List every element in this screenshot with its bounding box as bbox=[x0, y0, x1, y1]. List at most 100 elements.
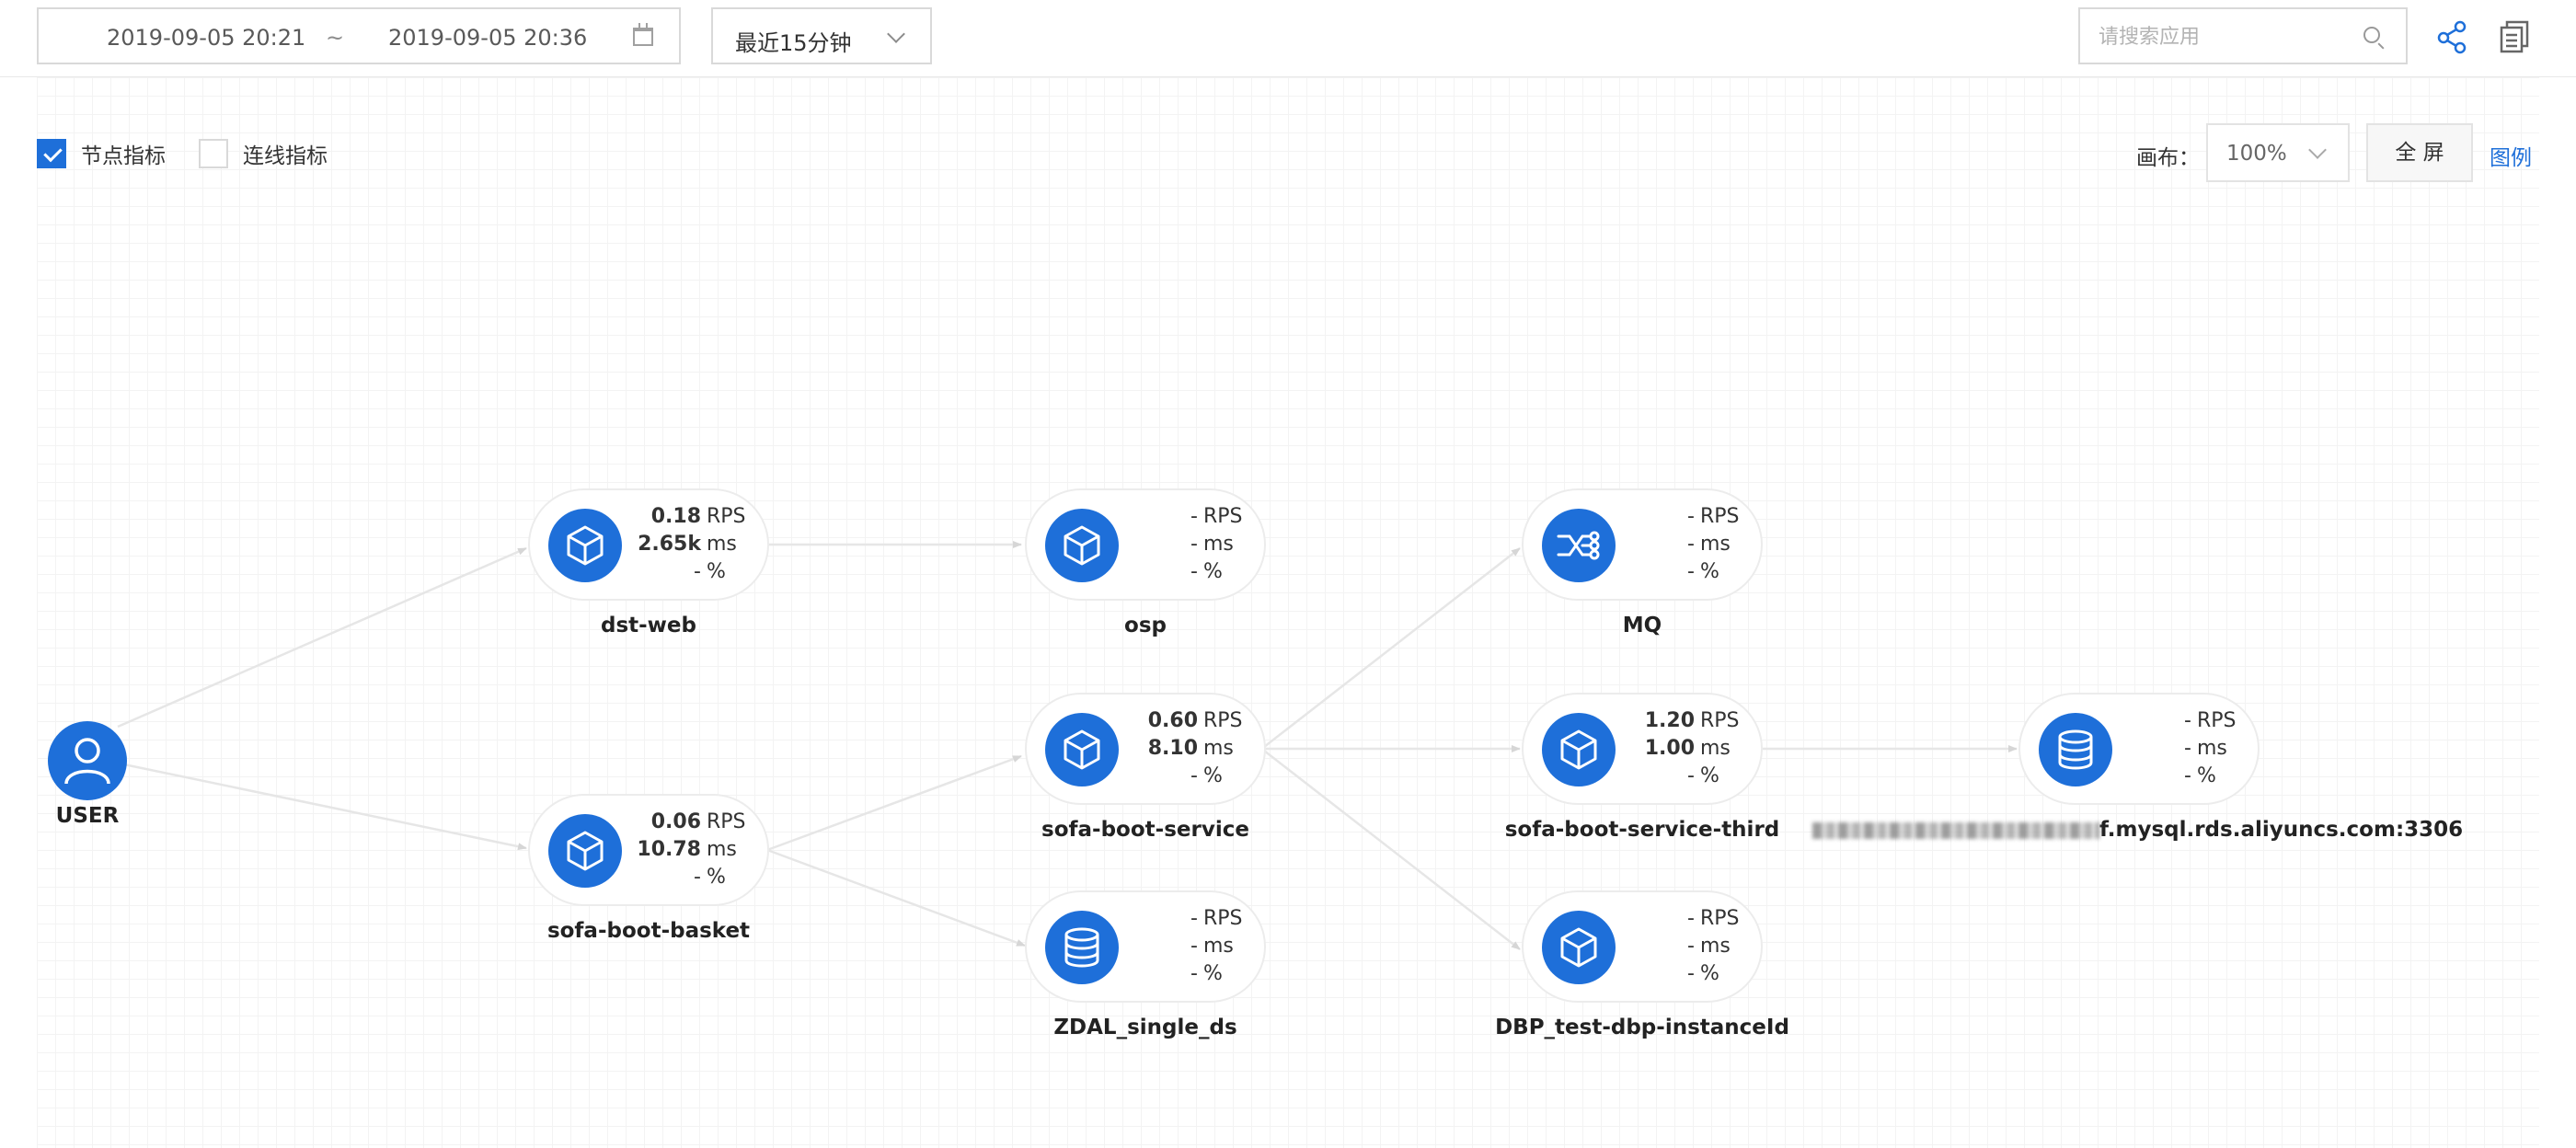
metric-unit: RPS bbox=[1203, 505, 1243, 528]
metric-value: - bbox=[2184, 737, 2191, 760]
node-pill[interactable]: - RPS - ms -% bbox=[1025, 890, 1266, 1003]
topology-edges bbox=[117, 541, 2018, 950]
metric-unit: RPS bbox=[2197, 709, 2237, 732]
redacted-host bbox=[1812, 821, 2099, 839]
metric-unit: ms bbox=[1700, 737, 1731, 760]
metric-unit: % bbox=[1700, 560, 1719, 583]
metric-value: - bbox=[1190, 764, 1198, 787]
cube-icon bbox=[1064, 729, 1100, 770]
metric-value: - bbox=[694, 560, 701, 583]
user-icon bbox=[64, 738, 110, 785]
metric-value: - bbox=[1687, 533, 1695, 556]
node-label: MQ bbox=[1622, 614, 1662, 637]
node-icon-circle bbox=[1542, 911, 1616, 984]
metric-unit: ms bbox=[1203, 737, 1234, 760]
node-icon-circle bbox=[1045, 713, 1119, 786]
metric-value: - bbox=[1190, 907, 1198, 930]
edge-user-dst-web bbox=[117, 546, 527, 729]
node-icon-circle bbox=[1045, 509, 1119, 582]
metric-value: - bbox=[1190, 505, 1198, 528]
metric-ms: 1.00 ms bbox=[1625, 735, 1746, 763]
cube-icon bbox=[1064, 525, 1100, 566]
user-node[interactable] bbox=[48, 721, 127, 800]
metric-unit: ms bbox=[1203, 533, 1234, 556]
metric-ms: - ms bbox=[1128, 531, 1249, 558]
metric-unit: RPS bbox=[1700, 505, 1740, 528]
node-pill[interactable]: 0.60 RPS 8.10 ms -% bbox=[1025, 693, 1266, 805]
metric-unit: ms bbox=[2197, 737, 2227, 760]
metric-unit: % bbox=[1203, 764, 1223, 787]
metric-unit: % bbox=[1203, 560, 1223, 583]
metric-value: - bbox=[1687, 935, 1695, 958]
node-pill[interactable]: - RPS - ms -% bbox=[1522, 890, 1763, 1003]
metric-unit: % bbox=[707, 560, 726, 583]
node-label: f.mysql.rds.aliyuncs.com:3306 bbox=[1812, 818, 2463, 842]
metric-rps: - RPS bbox=[2122, 707, 2243, 735]
metric-error-rate: -% bbox=[1625, 558, 1746, 586]
metric-rps: 0.18 RPS bbox=[631, 503, 753, 531]
metric-ms: 10.78 ms bbox=[631, 836, 753, 864]
node-pill[interactable]: - RPS - ms -% bbox=[1522, 488, 1763, 601]
metric-value: 0.06 bbox=[650, 810, 701, 833]
metric-error-rate: -% bbox=[631, 864, 753, 891]
node-pill[interactable]: - RPS - ms -% bbox=[1025, 488, 1266, 601]
edge-service-dbp bbox=[1263, 750, 1521, 950]
node-pill[interactable]: 1.20 RPS 1.00 ms -% bbox=[1522, 693, 1763, 805]
database-icon bbox=[1064, 927, 1099, 968]
metric-ms: - ms bbox=[2122, 735, 2243, 763]
metric-ms: 8.10 ms bbox=[1128, 735, 1249, 763]
metric-rps: - RPS bbox=[1128, 503, 1249, 531]
cube-icon bbox=[1560, 927, 1597, 968]
metric-unit: RPS bbox=[1700, 709, 1740, 732]
metric-unit: % bbox=[2197, 764, 2216, 787]
metric-value: - bbox=[1687, 560, 1695, 583]
metric-value: - bbox=[1687, 505, 1695, 528]
cube-icon bbox=[567, 831, 604, 871]
metric-value: 2.65k bbox=[638, 533, 701, 556]
node-label: sofa-boot-service bbox=[1041, 818, 1249, 842]
metric-error-rate: -% bbox=[1625, 763, 1746, 790]
cube-icon bbox=[567, 525, 604, 566]
metric-unit: RPS bbox=[707, 810, 746, 833]
metric-unit: RPS bbox=[1700, 907, 1740, 930]
metric-unit: ms bbox=[1700, 533, 1731, 556]
metric-unit: % bbox=[1700, 764, 1719, 787]
metric-value: 10.78 bbox=[637, 838, 701, 861]
node-icon-circle bbox=[2039, 713, 2112, 786]
node-label: dst-web bbox=[600, 614, 696, 637]
metric-ms: - ms bbox=[1625, 531, 1746, 558]
node-pill[interactable]: 0.06 RPS 10.78 ms -% bbox=[528, 794, 769, 906]
metric-value: 1.20 bbox=[1644, 709, 1695, 732]
metric-unit: ms bbox=[707, 533, 737, 556]
node-icon-circle bbox=[548, 814, 622, 888]
metric-value: - bbox=[2184, 709, 2191, 732]
metric-unit: ms bbox=[707, 838, 737, 861]
metric-unit: RPS bbox=[1203, 709, 1243, 732]
metric-unit: ms bbox=[1203, 935, 1234, 958]
node-pill[interactable]: 0.18 RPS 2.65k ms -% bbox=[528, 488, 769, 601]
metric-unit: % bbox=[1700, 962, 1719, 985]
node-label: DBP_test-dbp-instanceId bbox=[1495, 1016, 1789, 1039]
metric-unit: RPS bbox=[1203, 907, 1243, 930]
metric-error-rate: -% bbox=[1128, 763, 1249, 790]
metric-error-rate: -% bbox=[2122, 763, 2243, 790]
metric-rps: 0.60 RPS bbox=[1128, 707, 1249, 735]
edge-service-mq bbox=[1263, 547, 1521, 748]
metric-error-rate: -% bbox=[1128, 960, 1249, 988]
metric-ms: - ms bbox=[1128, 933, 1249, 960]
metric-value: - bbox=[1190, 560, 1198, 583]
edge-user-basket bbox=[119, 762, 527, 851]
metric-value: 8.10 bbox=[1147, 737, 1198, 760]
metric-rps: 1.20 RPS bbox=[1625, 707, 1746, 735]
metric-rps: - RPS bbox=[1625, 503, 1746, 531]
node-icon-circle bbox=[1542, 713, 1616, 786]
database-icon bbox=[2058, 729, 2093, 770]
mq-icon bbox=[1557, 531, 1600, 560]
metric-unit: RPS bbox=[707, 505, 746, 528]
metric-value: - bbox=[1190, 935, 1198, 958]
node-label: osp bbox=[1124, 614, 1167, 637]
metric-rps: 0.06 RPS bbox=[631, 809, 753, 836]
metric-rps: - RPS bbox=[1625, 905, 1746, 933]
node-pill[interactable]: - RPS - ms -% bbox=[2018, 693, 2260, 805]
node-label: ZDAL_single_ds bbox=[1053, 1016, 1237, 1039]
